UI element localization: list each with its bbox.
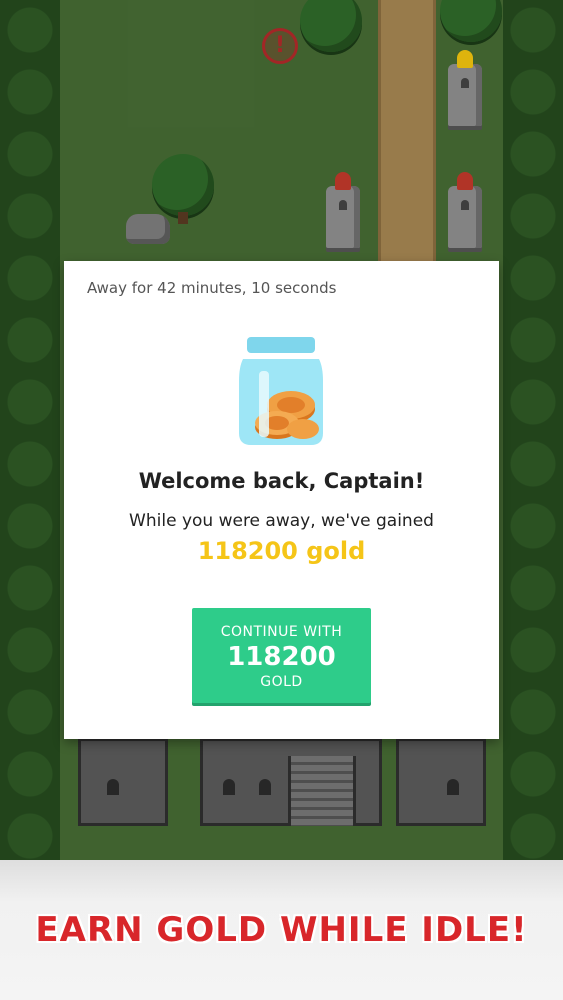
continue-button-amount: 118200 — [227, 642, 336, 672]
away-duration-text: Away for 42 minutes, 10 seconds — [87, 279, 337, 297]
welcome-back-dialog: Away for 42 minutes, 10 seconds Welcome … — [64, 261, 499, 739]
gained-description: While you were away, we've gained — [129, 511, 434, 531]
continue-button[interactable]: CONTINUE WITH 118200 GOLD — [192, 608, 371, 703]
continue-button-label: CONTINUE WITH — [220, 624, 343, 640]
jar-of-coins-icon — [239, 337, 323, 445]
gold-amount: 118200 gold — [197, 537, 366, 565]
promo-banner-text: EARN GOLD WHILE IDLE! — [35, 910, 528, 950]
welcome-heading: Welcome back, Captain! — [138, 469, 425, 493]
continue-button-unit: GOLD — [260, 674, 303, 690]
